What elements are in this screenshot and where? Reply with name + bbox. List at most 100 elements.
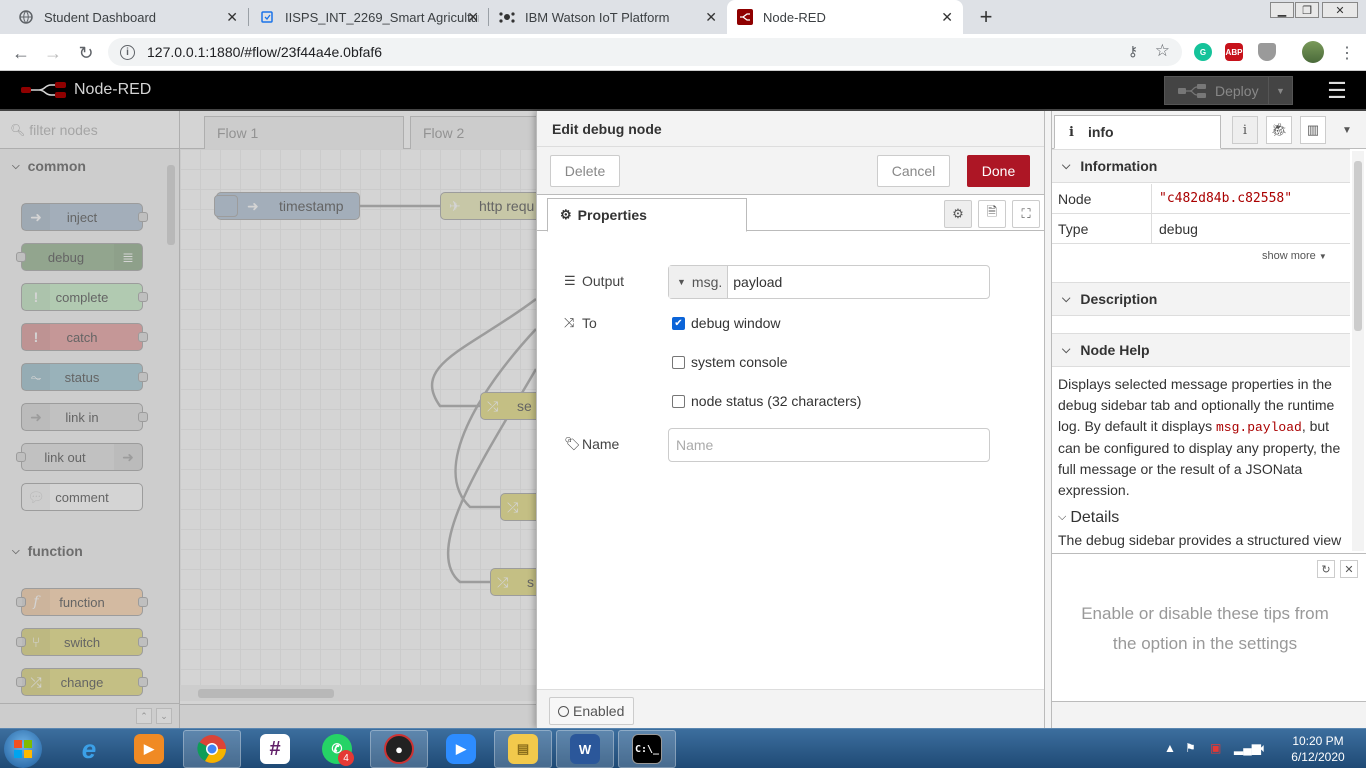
deploy-dropdown-icon[interactable]: ▼ (1268, 77, 1292, 104)
taskbar-command-prompt[interactable]: C:\_ (618, 730, 676, 768)
site-info-icon[interactable]: i (120, 44, 135, 60)
debug-window-checkbox[interactable]: ✔ debug window (672, 313, 781, 333)
tab-properties[interactable]: ⚙ Properties (547, 198, 747, 232)
delete-button[interactable]: Delete (550, 155, 620, 187)
close-icon[interactable]: ✕ (941, 9, 953, 26)
maximize-button[interactable]: ❐ (1295, 2, 1319, 18)
start-button[interactable] (4, 730, 42, 768)
deploy-icon (1178, 83, 1206, 98)
section-title: Node Help (1080, 342, 1150, 358)
network-warning-icon[interactable]: ▣ (1210, 741, 1221, 755)
description-section-header[interactable]: ⌵ Description (1052, 282, 1350, 316)
close-icon[interactable]: ✕ (705, 9, 717, 26)
caret-down-icon[interactable]: ▼ (1334, 116, 1360, 144)
taskbar-zoom[interactable]: ▶ (432, 730, 490, 768)
taskbar-word[interactable]: W (556, 730, 614, 768)
app-title: Node-RED (74, 81, 152, 98)
nodered-logo-icon (21, 82, 66, 98)
key-icon[interactable]: ⚷ (1128, 43, 1138, 60)
bar-chart-icon[interactable]: ▥ (1300, 116, 1326, 144)
system-clock[interactable]: 10:20 PM 6/12/2020 (1278, 733, 1358, 765)
cancel-button[interactable]: Cancel (877, 155, 950, 187)
reload-icon[interactable]: ↻ (73, 40, 99, 66)
toggle-label: Enabled (573, 703, 625, 719)
forward-arrow-icon[interactable]: → (40, 40, 66, 66)
back-arrow-icon[interactable]: ← (8, 40, 34, 66)
bug-icon[interactable]: 🐞︎ (1266, 116, 1292, 144)
hamburger-menu-icon[interactable]: ☰ (1322, 78, 1352, 103)
node-status-checkbox[interactable]: node status (32 characters) (672, 391, 861, 411)
appearance-icon[interactable]: ⛶ (1012, 200, 1040, 228)
info-icon: i (1069, 124, 1074, 140)
speaker-icon[interactable]: 🔈︎ (1260, 741, 1267, 756)
taskbar-recorder[interactable]: ● (370, 730, 428, 768)
sidebar-tabs: i info i 🐞︎ ▥ ▼ (1052, 111, 1366, 149)
checkbox-unchecked[interactable] (672, 394, 685, 408)
browser-tab-student-dashboard[interactable]: Student Dashboard ✕ (8, 0, 248, 34)
checkbox-unchecked[interactable] (672, 355, 685, 369)
chrome-menu-icon[interactable]: ⋮ (1334, 40, 1360, 66)
taskbar-internet-explorer[interactable]: e (60, 730, 118, 768)
avatar[interactable] (1302, 41, 1324, 63)
name-label: 🏷︎ Name (564, 434, 619, 454)
scrollbar-thumb[interactable] (1354, 161, 1362, 331)
output-typed-input[interactable]: ▼ msg. payload (668, 265, 990, 299)
sidebar-separator[interactable] (1044, 111, 1052, 728)
section-title: Description (1080, 291, 1158, 307)
adblock-icon[interactable]: ABP (1225, 43, 1243, 61)
done-button[interactable]: Done (967, 155, 1030, 187)
sidebar-scrollbar[interactable] (1352, 151, 1364, 551)
browser-tab-iisps[interactable]: IISPS_INT_2269_Smart Agriculture ✕ (249, 0, 489, 34)
description-icon[interactable]: 🗎︎ (978, 200, 1006, 228)
heading-text: Details (1070, 509, 1120, 526)
browser-tab-nodered[interactable]: Node-RED ✕ (727, 0, 963, 34)
close-icon[interactable]: ✕ (1340, 560, 1358, 578)
taskbar-chrome[interactable] (183, 730, 241, 768)
browser-tab-watson[interactable]: IBM Watson IoT Platform ✕ (489, 0, 727, 34)
checkbox-checked[interactable]: ✔ (672, 316, 685, 330)
action-center-flag-icon[interactable]: ⚑ (1185, 741, 1196, 755)
modal-dimmer (0, 111, 536, 728)
close-icon[interactable]: ✕ (467, 9, 479, 26)
refresh-icon[interactable]: ↻ (1317, 560, 1335, 578)
signal-icon[interactable]: ▂▄▆ (1234, 741, 1261, 755)
deploy-button[interactable]: Deploy ▼ (1164, 76, 1293, 105)
taskbar-whatsapp[interactable]: ✆ 4 (308, 730, 366, 768)
label-text: Name (582, 436, 620, 452)
tray-title: Edit debug node (537, 111, 1045, 147)
taskbar-media-player[interactable]: ▶ (120, 730, 178, 768)
caret-down-icon: ▼ (1318, 252, 1327, 261)
tab-label: info (1087, 124, 1114, 140)
shield-icon[interactable] (1258, 43, 1276, 61)
type-selector[interactable]: ▼ msg. (669, 266, 729, 298)
chevron-down-icon: ⌵ (1062, 292, 1071, 305)
show-hidden-icons-icon[interactable]: ▲ (1164, 741, 1176, 755)
doc-icon (259, 9, 275, 25)
tab-title: Student Dashboard (44, 9, 157, 25)
tray-toolbar: Delete Cancel Done (537, 147, 1045, 195)
window-close-button[interactable]: ✕ (1322, 2, 1358, 18)
nodered-logo: Node-RED (20, 81, 151, 99)
minimize-button[interactable]: ▁ (1270, 2, 1294, 18)
tab-title: Node-RED (763, 9, 826, 25)
property-value: debug (1159, 220, 1198, 237)
address-bar[interactable]: i 127.0.0.1:1880/#flow/23f44a4e.0bfaf6 ⚷… (108, 38, 1182, 66)
enabled-toggle[interactable]: Enabled (549, 697, 634, 725)
property-key: Type (1052, 213, 1152, 244)
info-icon[interactable]: i (1232, 116, 1258, 144)
name-input[interactable]: Name (668, 428, 990, 462)
close-icon[interactable]: ✕ (226, 9, 238, 26)
system-console-checkbox[interactable]: system console (672, 352, 787, 372)
tab-info[interactable]: i info (1054, 115, 1221, 149)
bookmark-star-icon[interactable]: ☆ (1155, 41, 1170, 61)
link-text: show more (1262, 250, 1316, 262)
node-help-section-header[interactable]: ⌵ Node Help (1052, 333, 1350, 367)
information-section-header[interactable]: ⌵ Information (1052, 149, 1350, 183)
taskbar-slack[interactable]: # (246, 730, 304, 768)
new-tab-button[interactable]: + (970, 4, 1002, 30)
node-settings-icon[interactable]: ⚙ (944, 200, 972, 228)
taskbar-file-explorer[interactable]: ▤ (494, 730, 552, 768)
browser-toolbar: ← → ↻ i 127.0.0.1:1880/#flow/23f44a4e.0b… (0, 34, 1366, 71)
grammarly-icon[interactable]: G (1194, 43, 1212, 61)
show-more-link[interactable]: show more ▼ (1262, 250, 1327, 262)
